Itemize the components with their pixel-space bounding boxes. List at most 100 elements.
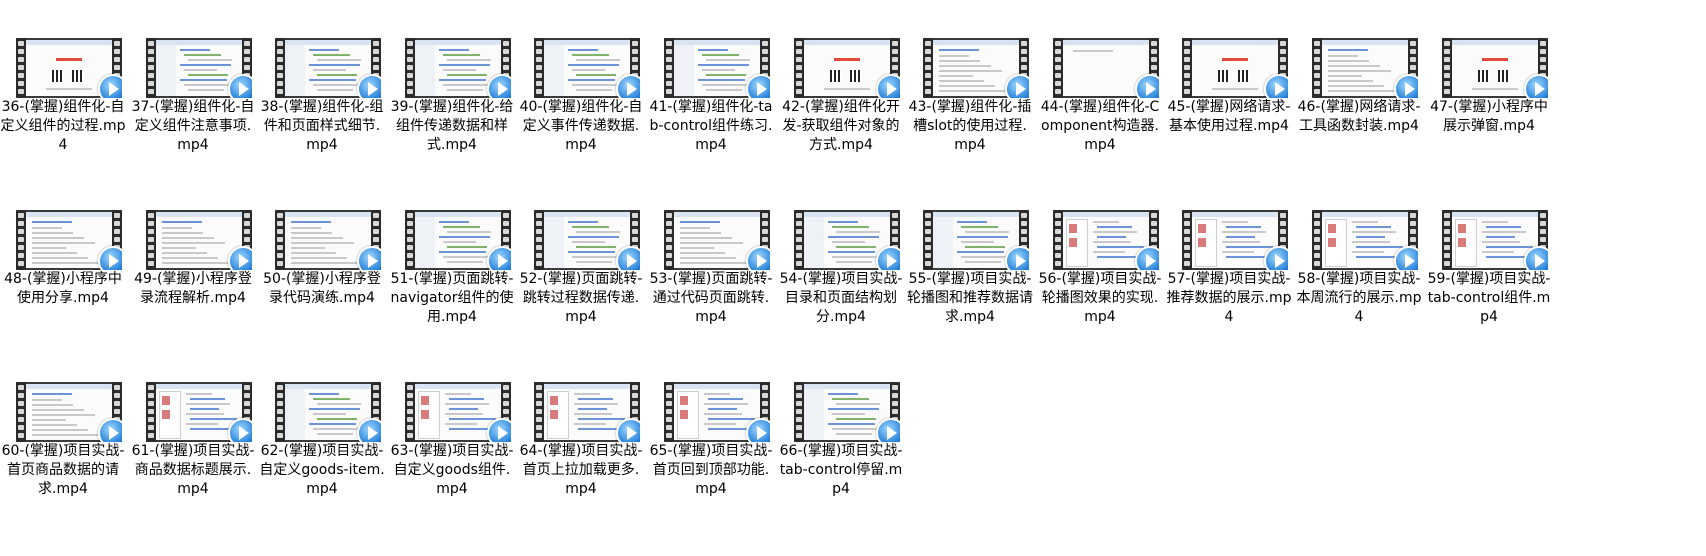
sprocket-hole [407, 221, 413, 226]
video-thumbnail[interactable] [794, 38, 900, 98]
video-file-item[interactable]: 65-(掌握)项目实战-首页回到顶部功能.mp4 [648, 382, 774, 542]
sprocket-hole [244, 385, 250, 390]
video-thumbnail[interactable] [16, 382, 122, 442]
video-thumbnail[interactable] [923, 210, 1029, 270]
video-thumbnail[interactable] [1182, 210, 1288, 270]
video-thumbnail[interactable] [405, 382, 511, 442]
thumbnail-code-line [317, 59, 361, 61]
video-thumbnail[interactable] [275, 38, 381, 98]
sprocket-hole [1280, 221, 1286, 226]
video-thumbnail[interactable] [1442, 210, 1548, 270]
sprocket-hole [666, 245, 672, 250]
video-file-item[interactable]: 66-(掌握)项目实战-tab-control停留.mp4 [778, 382, 904, 542]
video-file-item[interactable]: 48-(掌握)小程序中使用分享.mp4 [0, 210, 126, 370]
video-file-item[interactable]: 54-(掌握)项目实战-目录和页面结构划分.mp4 [778, 210, 904, 370]
sprocket-hole [277, 81, 283, 86]
film-strip-left [275, 382, 285, 442]
video-thumbnail[interactable] [16, 38, 122, 98]
thumbnail-code-line [957, 251, 1004, 253]
video-file-item[interactable]: 61-(掌握)项目实战-商品数据标题展示.mp4 [130, 382, 256, 542]
video-thumbnail[interactable] [275, 382, 381, 442]
video-thumbnail[interactable] [794, 210, 900, 270]
sprocket-hole [536, 81, 542, 86]
video-file-item[interactable]: 51-(掌握)页面跳转-navigator组件的使用.mp4 [389, 210, 515, 370]
sprocket-hole [1540, 213, 1546, 218]
video-thumbnail[interactable] [146, 38, 252, 98]
video-file-item[interactable]: 58-(掌握)项目实战-本周流行的展示.mp4 [1296, 210, 1422, 370]
thumbnail-titlebar [933, 40, 1019, 45]
video-thumbnail[interactable] [1053, 38, 1159, 98]
video-file-item[interactable]: 60-(掌握)项目实战-首页商品数据的请求.mp4 [0, 382, 126, 542]
thumbnail-text-line [680, 257, 736, 259]
video-file-item[interactable]: 46-(掌握)网络请求-工具函数封装.mp4 [1296, 38, 1422, 198]
video-file-item[interactable]: 52-(掌握)页面跳转-跳转过程数据传递.mp4 [518, 210, 644, 370]
thumbnail-titlebar [1322, 40, 1408, 45]
video-thumbnail[interactable] [534, 38, 640, 98]
video-thumbnail[interactable] [405, 210, 511, 270]
video-thumbnail[interactable] [1442, 38, 1548, 98]
video-file-item[interactable]: 39-(掌握)组件化-给组件传递数据和样式.mp4 [389, 38, 515, 198]
video-file-item[interactable]: 41-(掌握)组件化-tab-control组件练习.mp4 [648, 38, 774, 198]
video-thumbnail[interactable] [16, 210, 122, 270]
video-thumbnail[interactable] [534, 382, 640, 442]
video-file-item[interactable]: 50-(掌握)小程序登录代码演练.mp4 [259, 210, 385, 370]
video-file-item[interactable]: 55-(掌握)项目实战-轮播图和推荐数据请求.mp4 [907, 210, 1033, 370]
thumbnail-image [421, 396, 429, 405]
video-thumbnail[interactable] [275, 210, 381, 270]
video-file-item[interactable]: 43-(掌握)组件化-插槽slot的使用过程.mp4 [907, 38, 1033, 198]
video-thumbnail[interactable] [664, 38, 770, 98]
video-thumbnail[interactable] [923, 38, 1029, 98]
sprocket-hole [892, 401, 898, 406]
sprocket-hole [762, 221, 768, 226]
video-file-item[interactable]: 49-(掌握)小程序登录流程解析.mp4 [130, 210, 256, 370]
sprocket-hole [407, 65, 413, 70]
file-name-label: 36-(掌握)组件化-自定义组件的过程.mp4 [0, 99, 126, 153]
video-file-item[interactable]: 47-(掌握)小程序中展示弹窗.mp4 [1426, 38, 1552, 198]
file-grid: 36-(掌握)组件化-自定义组件的过程.mp4 37-(掌握)组件化-自定义组件注… [0, 0, 1706, 556]
sprocket-hole [1021, 229, 1027, 234]
video-thumbnail[interactable] [664, 382, 770, 442]
video-file-item[interactable]: 56-(掌握)项目实战-轮播图效果的实现.mp4 [1037, 210, 1163, 370]
video-file-item[interactable]: 62-(掌握)项目实战-自定义goods-item.mp4 [259, 382, 385, 542]
media-player-badge-icon [228, 74, 252, 98]
video-thumbnail[interactable] [534, 210, 640, 270]
video-file-item[interactable]: 36-(掌握)组件化-自定义组件的过程.mp4 [0, 38, 126, 198]
thumbnail-code-line [317, 418, 357, 420]
file-name-label: 40-(掌握)组件化-自定义事件传递数据.mp4 [519, 99, 643, 153]
thumbnail-image [1069, 238, 1077, 247]
thumbnail-heading [1328, 49, 1368, 51]
sprocket-hole [536, 425, 542, 430]
video-file-item[interactable]: 44-(掌握)组件化-Component构造器.mp4 [1037, 38, 1163, 198]
video-thumbnail[interactable] [146, 210, 252, 270]
video-thumbnail[interactable] [146, 382, 252, 442]
video-file-item[interactable]: 40-(掌握)组件化-自定义事件传递数据.mp4 [518, 38, 644, 198]
video-thumbnail[interactable] [405, 38, 511, 98]
thumbnail-text-line [32, 424, 77, 426]
video-file-item[interactable]: 57-(掌握)项目实战-推荐数据的展示.mp4 [1166, 210, 1292, 370]
thumbnail-code-line [309, 393, 339, 395]
video-thumbnail[interactable] [794, 382, 900, 442]
video-thumbnail[interactable] [1312, 210, 1418, 270]
file-name-label: 38-(掌握)组件化-组件和页面样式细节.mp4 [260, 99, 384, 153]
video-file-item[interactable]: 42-(掌握)组件化开发-获取组件对象的方式.mp4 [778, 38, 904, 198]
video-file-item[interactable]: 63-(掌握)项目实战-自定义goods组件.mp4 [389, 382, 515, 542]
sprocket-hole [1055, 65, 1061, 70]
thumbnail-text-line [939, 90, 1006, 92]
video-file-item[interactable]: 59-(掌握)项目实战-tab-control组件.mp4 [1426, 210, 1552, 370]
thumbnail-text-line [291, 232, 332, 234]
sprocket-hole [796, 417, 802, 422]
video-file-item[interactable]: 45-(掌握)网络请求-基本使用过程.mp4 [1166, 38, 1292, 198]
video-file-item[interactable]: 38-(掌握)组件化-组件和页面样式细节.mp4 [259, 38, 385, 198]
video-thumbnail[interactable] [664, 210, 770, 270]
video-file-item[interactable]: 64-(掌握)项目实战-首页上拉加载更多.mp4 [518, 382, 644, 542]
video-file-item[interactable]: 53-(掌握)页面跳转-通过代码页面跳转.mp4 [648, 210, 774, 370]
video-thumbnail[interactable] [1053, 210, 1159, 270]
sprocket-hole [666, 89, 672, 94]
video-file-item[interactable]: 37-(掌握)组件化-自定义组件注意事项.mp4 [130, 38, 256, 198]
video-thumbnail[interactable] [1312, 38, 1418, 98]
thumbnail-code-line [572, 226, 609, 228]
thumbnail-code-line [828, 408, 879, 410]
sprocket-hole [796, 221, 802, 226]
sprocket-hole [536, 73, 542, 78]
video-thumbnail[interactable] [1182, 38, 1288, 98]
